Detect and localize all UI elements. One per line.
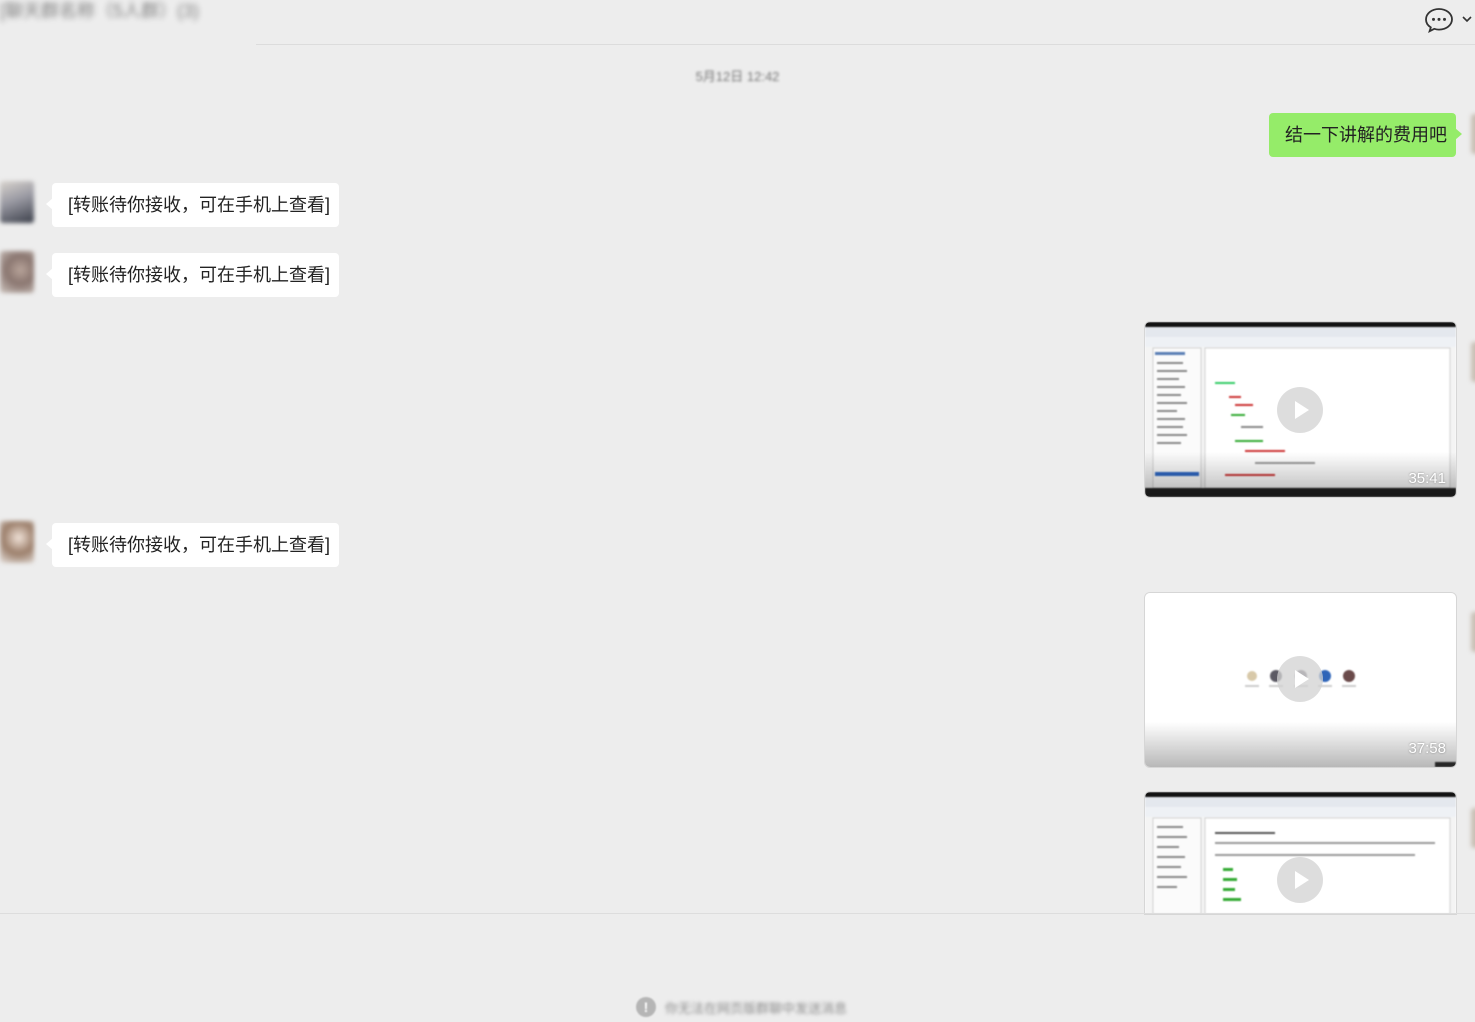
input-disabled-notice: ! 你无法在网页版群聊中发送消息	[636, 996, 847, 1018]
message-timestamp: 5月12日 12:42	[695, 69, 780, 84]
chat-header: [聊天群名称（5人群）(3)	[0, 0, 1475, 45]
header-divider	[256, 44, 1475, 45]
avatar-self[interactable]	[1471, 808, 1475, 848]
play-icon[interactable]	[1276, 655, 1324, 703]
chat-title[interactable]: [聊天群名称（5人群）(3)	[0, 0, 199, 22]
chat-bubble-icon[interactable]	[1424, 7, 1454, 33]
avatar[interactable]	[0, 181, 34, 223]
message-bubble-received[interactable]: [转账待你接收，可在手机上查看]	[46, 183, 339, 227]
input-area-divider	[0, 913, 1475, 914]
message-bubble-received[interactable]: [转账待你接收，可在手机上查看]	[46, 253, 339, 297]
video-duration: 37:58	[1408, 740, 1446, 757]
chevron-down-icon[interactable]	[1460, 12, 1474, 26]
message-bubble-sent[interactable]: 结一下讲解的费用吧	[1269, 113, 1462, 157]
exclamation-icon: !	[636, 997, 656, 1017]
avatar-self[interactable]	[1471, 342, 1475, 382]
video-message[interactable]: 35:41	[1145, 322, 1456, 497]
play-icon[interactable]	[1276, 386, 1324, 434]
notice-text: 你无法在网页版群聊中发送消息	[665, 1000, 848, 1016]
message-bubble-received[interactable]: [转账待你接收，可在手机上查看]	[46, 523, 339, 567]
avatar-self[interactable]	[1471, 114, 1475, 154]
video-message[interactable]	[1145, 792, 1456, 914]
play-icon[interactable]	[1276, 856, 1324, 904]
avatar-self[interactable]	[1471, 612, 1475, 652]
video-duration: 35:41	[1408, 470, 1446, 487]
video-message[interactable]: 37:58	[1145, 593, 1456, 767]
avatar[interactable]	[0, 251, 34, 293]
avatar[interactable]	[0, 521, 34, 563]
